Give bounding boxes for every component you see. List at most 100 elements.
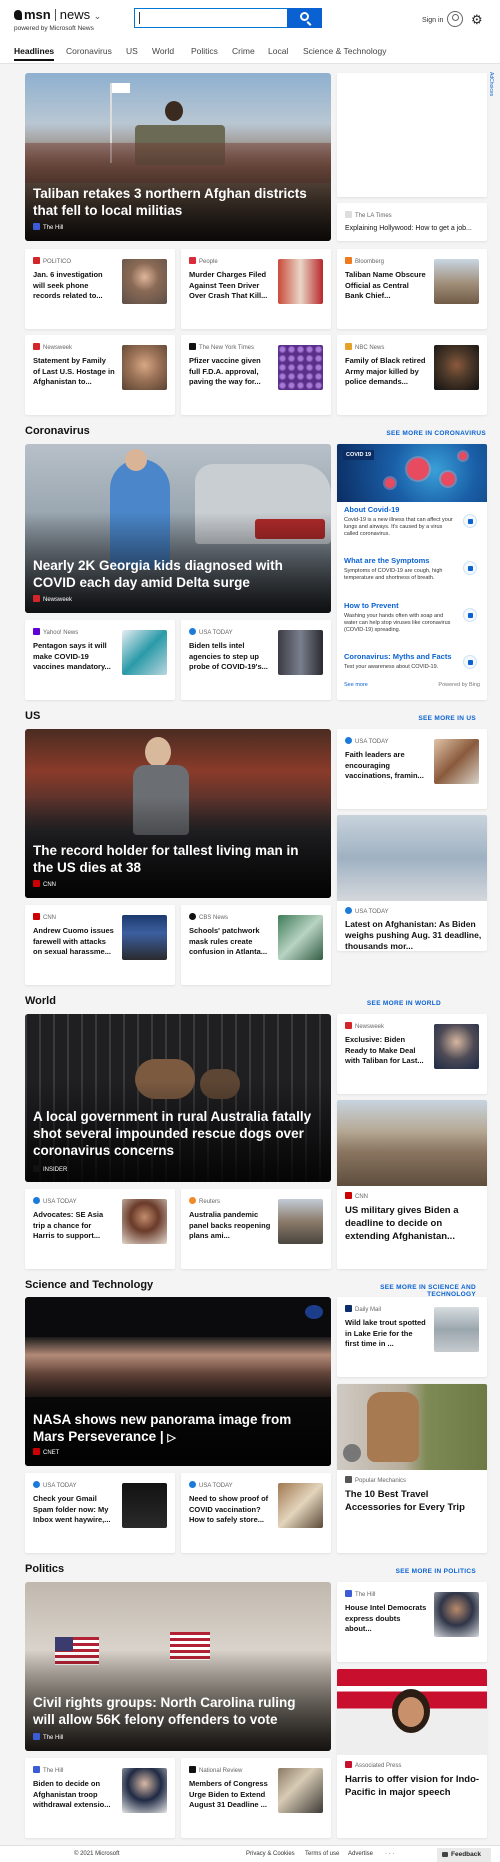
section-heading-science: Science and Technology xyxy=(25,1279,154,1291)
coronavirus-hero-card[interactable]: Nearly 2K Georgia kids diagnosed with CO… xyxy=(25,444,331,613)
source-logo-icon xyxy=(33,1165,40,1172)
tab-local[interactable]: Local xyxy=(268,46,288,56)
covid-about-link[interactable]: About Covid-19 xyxy=(344,505,399,514)
chevron-down-icon[interactable]: ⌄ xyxy=(94,11,102,21)
copyright: © 2021 Microsoft xyxy=(74,1851,120,1857)
source-logo-icon xyxy=(189,1481,196,1488)
footer-link-privacy[interactable]: Privacy & Cookies xyxy=(246,1851,295,1857)
gear-icon[interactable]: ⚙ xyxy=(471,13,483,26)
us-hero-card[interactable]: The record holder for tallest living man… xyxy=(25,729,331,898)
see-more-coronavirus[interactable]: SEE MORE IN CORONAVIRUS xyxy=(336,430,486,437)
source-logo-icon xyxy=(345,1476,352,1483)
covid-prevent-link[interactable]: How to Prevent xyxy=(344,601,399,610)
list-item[interactable]: USA TODAY Advocates: SE Asia trip a chan… xyxy=(25,1189,175,1269)
feedback-button[interactable]: Feedback xyxy=(437,1848,491,1862)
list-item[interactable]: Bloomberg Taliban Name Obscure Official … xyxy=(337,249,487,329)
footer-link-terms[interactable]: Terms of use xyxy=(305,1851,339,1857)
list-item[interactable]: Daily Mail Wild lake trout spotted in La… xyxy=(337,1297,487,1377)
list-item[interactable]: CBS News Schools' patchwork mask rules c… xyxy=(181,905,331,985)
source-logo-icon xyxy=(33,880,40,887)
article-image xyxy=(337,1669,487,1755)
article-thumbnail xyxy=(122,630,167,675)
top-bar: msn news ⌄ powered by Microsoft News Sign… xyxy=(0,0,500,42)
see-more-science[interactable]: SEE MORE IN SCIENCE AND TECHNOLOGY xyxy=(336,1284,476,1298)
list-item[interactable]: People Murder Charges Filed Against Teen… xyxy=(181,249,331,329)
see-more-us[interactable]: SEE MORE IN US xyxy=(336,715,476,722)
list-item[interactable]: National Review Members of Congress Urge… xyxy=(181,1758,331,1838)
tab-world[interactable]: World xyxy=(152,46,174,56)
handwash-icon xyxy=(463,608,477,622)
source-logo-icon xyxy=(33,1733,40,1740)
search-button[interactable] xyxy=(287,8,322,28)
list-item[interactable]: USA TODAY Faith leaders are encouraging … xyxy=(337,729,487,809)
list-item[interactable]: The Hill Biden to decide on Afghanistan … xyxy=(25,1758,175,1838)
article-thumbnail xyxy=(278,1768,323,1813)
tab-science-technology[interactable]: Science & Technology xyxy=(303,46,386,56)
source-logo-icon xyxy=(345,907,352,914)
hero-title[interactable]: NASA shows new panorama image from Mars … xyxy=(33,1411,319,1447)
list-item[interactable]: NBC News Family of Black retired Army ma… xyxy=(337,335,487,415)
list-item[interactable]: POLITICO Jan. 6 investigation will seek … xyxy=(25,249,175,329)
article-thumbnail xyxy=(434,1307,479,1352)
hero-title[interactable]: Civil rights groups: North Carolina ruli… xyxy=(33,1694,319,1728)
science-side-card[interactable]: Popular Mechanics The 10 Best Travel Acc… xyxy=(337,1384,487,1553)
list-item[interactable]: Newsweek Exclusive: Biden Ready to Make … xyxy=(337,1014,487,1094)
msn-bird-icon xyxy=(14,10,22,20)
play-icon[interactable]: ▷ xyxy=(167,1432,175,1444)
source-logo-icon xyxy=(189,628,196,635)
headline-hero-card[interactable]: Taliban retakes 3 northern Afghan distri… xyxy=(25,73,331,241)
hero-title[interactable]: A local government in rural Australia fa… xyxy=(33,1108,319,1159)
list-item[interactable]: Newsweek Statement by Family of Last U.S… xyxy=(25,335,175,415)
world-side-card[interactable]: CNN US military gives Biden a deadline t… xyxy=(337,1100,487,1269)
world-hero-card[interactable]: A local government in rural Australia fa… xyxy=(25,1014,331,1182)
section-heading-coronavirus: Coronavirus xyxy=(25,425,90,437)
footer-link-advertise[interactable]: Advertise xyxy=(348,1851,373,1857)
politics-hero-card[interactable]: Civil rights groups: North Carolina ruli… xyxy=(25,1582,331,1751)
source-logo-icon xyxy=(345,1590,352,1597)
covid-see-more-link[interactable]: See more xyxy=(344,682,368,688)
list-item[interactable]: The Hill House Intel Democrats express d… xyxy=(337,1582,487,1662)
list-item[interactable]: USA TODAY Check your Gmail Spam folder n… xyxy=(25,1473,175,1553)
list-item[interactable]: Yahoo! News Pentagon says it will make C… xyxy=(25,620,175,700)
source-logo-icon xyxy=(345,737,352,744)
see-more-politics[interactable]: SEE MORE IN POLITICS xyxy=(336,1568,476,1575)
nasa-logo-icon xyxy=(305,1305,323,1319)
tab-coronavirus[interactable]: Coronavirus xyxy=(66,46,112,56)
politics-side-card[interactable]: Associated Press Harris to offer vision … xyxy=(337,1669,487,1838)
source-logo-icon xyxy=(189,257,196,264)
footer: © 2021 Microsoft Privacy & Cookies Terms… xyxy=(0,1845,500,1862)
source-logo-icon xyxy=(33,595,40,602)
msn-logo[interactable]: msn news ⌄ xyxy=(14,7,101,22)
see-more-world[interactable]: SEE MORE IN WORLD xyxy=(336,1000,441,1007)
list-item[interactable]: USA TODAY Biden tells intel agencies to … xyxy=(181,620,331,700)
list-item[interactable]: USA TODAY Need to show proof of COVID va… xyxy=(181,1473,331,1553)
powered-by-bing: Powered by Bing xyxy=(438,682,480,688)
ad-choices-label[interactable]: AdChoices xyxy=(486,72,494,112)
article-thumbnail xyxy=(434,1592,479,1637)
us-side-card[interactable]: USA TODAY Latest on Afghanistan: As Bide… xyxy=(337,815,487,951)
avatar-icon[interactable] xyxy=(447,11,463,27)
tab-us[interactable]: US xyxy=(126,46,138,56)
list-item[interactable]: The New York Times Pfizer vaccine given … xyxy=(181,335,331,415)
covid-myths-link[interactable]: Coronavirus: Myths and Facts xyxy=(344,652,452,661)
source-logo-icon xyxy=(345,343,352,350)
article-thumbnail xyxy=(278,1199,323,1244)
footer-more-button[interactable]: · · · xyxy=(385,1851,394,1857)
sign-in-link[interactable]: Sign in xyxy=(422,17,443,24)
hero-title[interactable]: The record holder for tallest living man… xyxy=(33,842,319,876)
science-hero-card[interactable]: NASA shows new panorama image from Mars … xyxy=(25,1297,331,1466)
tab-crime[interactable]: Crime xyxy=(232,46,255,56)
source-logo-icon xyxy=(33,1197,40,1204)
list-item[interactable]: CNN Andrew Cuomo issues farewell with at… xyxy=(25,905,175,985)
ad-title[interactable]: Explaining Hollywood: How to get a job..… xyxy=(345,224,483,235)
list-item[interactable]: Reuters Australia pandemic panel backs r… xyxy=(181,1189,331,1269)
article-image xyxy=(337,1384,487,1470)
source-logo-icon xyxy=(189,1766,196,1773)
covid-symptoms-link[interactable]: What are the Symptoms xyxy=(344,556,429,565)
source-logo-icon xyxy=(33,628,40,635)
tab-headlines[interactable]: Headlines xyxy=(14,46,55,61)
tab-politics[interactable]: Politics xyxy=(191,46,218,56)
hero-title[interactable]: Nearly 2K Georgia kids diagnosed with CO… xyxy=(33,557,319,591)
ad-card[interactable]: The LA Times Explaining Hollywood: How t… xyxy=(337,203,487,241)
hero-title[interactable]: Taliban retakes 3 northern Afghan distri… xyxy=(33,185,319,219)
